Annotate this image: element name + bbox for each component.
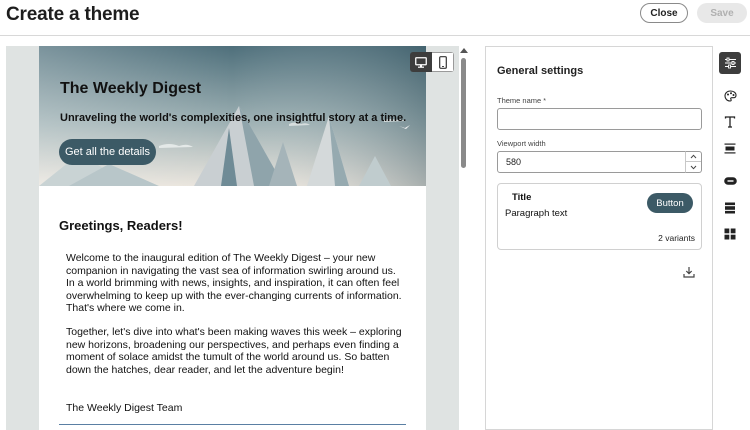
section-icon [725, 202, 735, 214]
desktop-icon [415, 56, 427, 68]
email-divider [59, 424, 406, 425]
close-button[interactable]: Close [640, 3, 688, 23]
settings-sliders-icon [724, 57, 736, 69]
style-preview-card[interactable]: Title Paragraph text Button 2 variants [497, 183, 702, 250]
page-title: Create a theme [6, 4, 140, 25]
page-header: Create a theme Close Save [0, 0, 750, 32]
increment-button[interactable] [686, 152, 701, 162]
theme-name-input[interactable] [497, 108, 702, 130]
rail-typography[interactable] [719, 111, 741, 133]
save-button[interactable]: Save [697, 3, 747, 23]
desktop-view-button[interactable] [410, 52, 432, 72]
general-settings-panel: General settings Theme name * Viewport w… [485, 46, 712, 430]
canvas-scrollbar[interactable] [459, 46, 469, 430]
palette-icon [723, 90, 737, 102]
rail-sections[interactable] [719, 197, 741, 219]
email-paragraph-1: Welcome to the inaugural edition of The … [66, 252, 402, 315]
hero-subtitle: Unraveling the world's complexities, one… [60, 112, 407, 124]
preview-title: Title [512, 192, 532, 203]
mobile-view-button[interactable] [432, 52, 454, 72]
rail-layout[interactable] [719, 137, 741, 159]
panel-title: General settings [497, 65, 584, 77]
preview-variants-count: 2 variants [658, 233, 695, 243]
download-icon [683, 267, 695, 278]
rail-general-settings[interactable] [719, 52, 741, 74]
chevron-down-icon [690, 165, 697, 169]
preview-paragraph: Paragraph text [505, 208, 568, 219]
right-tool-rail [712, 46, 750, 430]
hero-title: The Weekly Digest [60, 80, 202, 97]
device-toggle [410, 52, 454, 72]
layout-icon [724, 143, 736, 153]
decrement-button[interactable] [686, 162, 701, 172]
mobile-icon [438, 55, 447, 69]
scroll-thumb[interactable] [461, 58, 466, 168]
theme-name-label: Theme name * [497, 96, 546, 105]
email-paragraph-2: Together, let's dive into what's been ma… [66, 326, 402, 376]
email-greeting: Greetings, Readers! [59, 218, 183, 233]
scroll-up-arrow-icon[interactable] [460, 48, 468, 53]
hero-banner[interactable]: The Weekly Digest Unraveling the world's… [39, 46, 426, 186]
grid-icon [724, 228, 736, 240]
chevron-up-icon [690, 154, 697, 159]
header-divider [0, 35, 750, 36]
download-button[interactable] [683, 265, 695, 283]
rail-colors[interactable] [719, 85, 741, 107]
viewport-width-label: Viewport width [497, 139, 546, 148]
preview-button: Button [647, 193, 693, 213]
email-canvas[interactable]: The Weekly Digest Unraveling the world's… [6, 46, 459, 430]
rail-buttons[interactable] [719, 170, 741, 192]
typography-icon [724, 116, 736, 128]
viewport-width-input[interactable]: 580 [497, 151, 686, 173]
required-mark: * [543, 98, 547, 105]
email-preview: The Weekly Digest Unraveling the world's… [39, 46, 426, 430]
hero-cta-button[interactable]: Get all the details [59, 139, 156, 165]
button-style-icon [723, 177, 737, 185]
theme-name-label-text: Theme name [497, 96, 542, 105]
rail-components[interactable] [719, 223, 741, 245]
email-signature: The Weekly Digest Team [66, 402, 183, 414]
viewport-width-stepper [685, 151, 702, 173]
